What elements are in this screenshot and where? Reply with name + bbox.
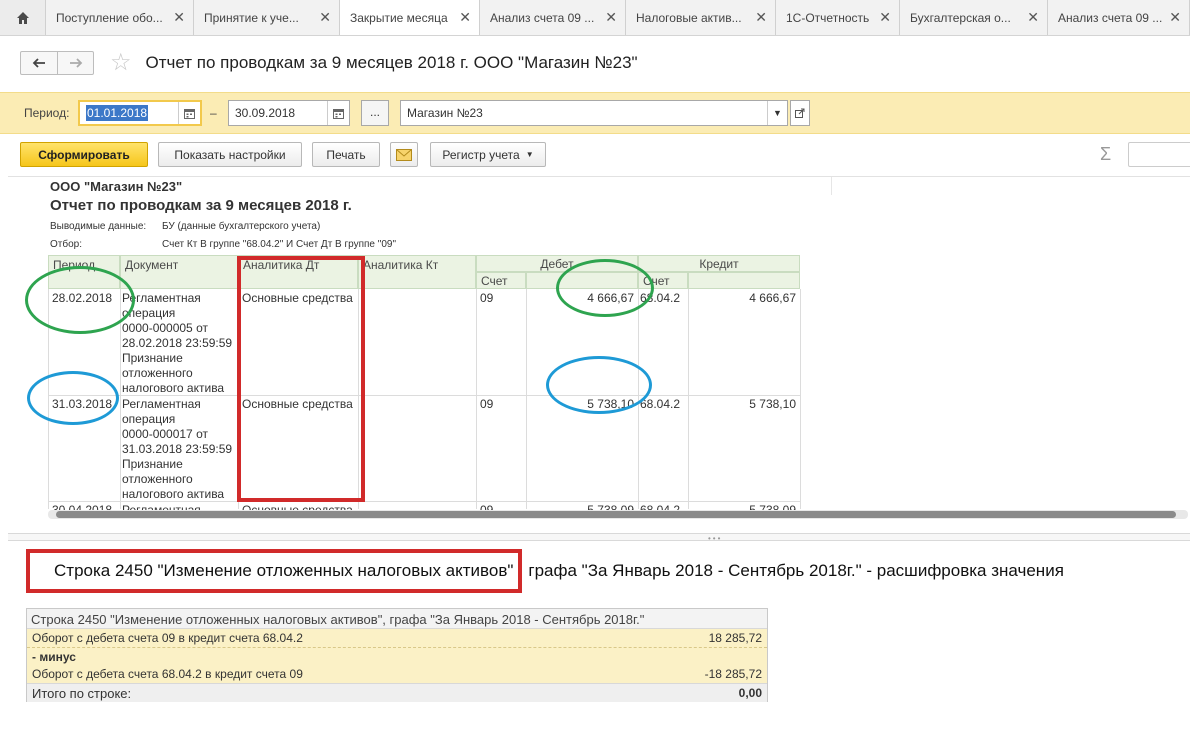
tab-account-analysis-2[interactable]: Анализ счета 09 ... ✕ [1048, 0, 1190, 35]
caption-line-name: Строка 2450 "Изменение отложенных налого… [26, 549, 523, 593]
search-input[interactable] [1128, 142, 1190, 167]
forward-button[interactable] [57, 52, 93, 74]
page-title: Отчет по проводкам за 9 месяцев 2018 г. … [145, 53, 638, 72]
generate-button[interactable]: Сформировать [20, 142, 148, 167]
report-title: Отчет по проводкам за 9 месяцев 2018 г. [50, 197, 352, 214]
header-debit-account: Счет [476, 272, 526, 289]
arrow-left-icon [32, 58, 45, 68]
tab-acceptance[interactable]: Принятие к уче... ✕ [194, 0, 340, 35]
row1-credit-amount[interactable]: 4 666,67 [690, 291, 796, 306]
header-debit: Дебет [476, 255, 638, 272]
decoding-caption: Строка 2450 "Изменение отложенных налого… [26, 546, 1064, 596]
row2-debit-account[interactable]: 09 [480, 397, 493, 412]
header-credit: Кредит [638, 255, 800, 272]
close-icon[interactable]: ✕ [173, 9, 185, 26]
tab-month-close[interactable]: Закрытие месяца ✕ [340, 0, 480, 35]
header-credit-account: Счет [638, 272, 688, 289]
envelope-icon [396, 148, 412, 161]
tab-bar: Поступление обо... ✕ Принятие к уче... ✕ З… [0, 0, 1190, 36]
title-bar: ☆ Отчет по проводкам за 9 месяцев 2018 г… [20, 49, 638, 77]
close-icon[interactable]: ✕ [1027, 9, 1039, 26]
open-icon [795, 108, 805, 118]
row1-debit-account[interactable]: 09 [480, 291, 493, 306]
period-from-input[interactable]: 01.01.2018 [78, 100, 202, 126]
report-area: ООО "Магазин №23" Отчет по проводкам за … [8, 176, 1190, 524]
report-toolbar: Сформировать Показать настройки Печать Р… [20, 142, 1190, 168]
tab-tax-assets[interactable]: Налоговые актив... ✕ [626, 0, 776, 35]
decoding-line-1[interactable]: Оборот с дебета счета 09 в кредит счета … [27, 629, 767, 647]
output-value: БУ (данные бухгалтерского учета) [162, 221, 321, 232]
decoding-minus: - минус [27, 647, 767, 665]
home-icon [16, 11, 29, 24]
filter-label: Отбор: [50, 239, 82, 250]
panel-splitter[interactable]: ••• [8, 533, 1190, 543]
header-document: Документ [120, 255, 238, 289]
row2-period[interactable]: 31.03.2018 [52, 397, 112, 412]
tab-account-analysis-1[interactable]: Анализ счета 09 ... ✕ [480, 0, 626, 35]
header-period: Период [48, 255, 120, 289]
home-tab[interactable] [0, 0, 46, 35]
calendar-icon[interactable] [178, 102, 200, 124]
tab-receipt[interactable]: Поступление обо... ✕ [46, 0, 194, 35]
star-icon[interactable]: ☆ [110, 51, 132, 75]
row1-credit-account[interactable]: 68.04.2 [640, 291, 680, 306]
row2-debit-amount[interactable]: 5 738,10 [528, 397, 634, 412]
period-to-input[interactable]: 30.09.2018 [228, 100, 350, 126]
horizontal-scrollbar[interactable] [48, 510, 1188, 519]
row1-debit-amount[interactable]: 4 666,67 [528, 291, 634, 306]
header-analytics-dt: Аналитика Дт [238, 255, 358, 289]
period-bar: Период: 01.01.2018 – 30.09.2018 ... Мага… [0, 92, 1190, 134]
row2-credit-account[interactable]: 68.04.2 [640, 397, 680, 412]
open-organization-button[interactable] [790, 100, 810, 126]
chevron-down-icon[interactable]: ▼ [767, 101, 787, 125]
output-label: Выводимые данные: [50, 221, 147, 232]
row1-period[interactable]: 28.02.2018 [52, 291, 112, 306]
email-button[interactable] [390, 142, 418, 167]
close-icon[interactable]: ✕ [879, 9, 891, 26]
header-analytics-kt: Аналитика Кт [358, 255, 476, 289]
show-settings-button[interactable]: Показать настройки [158, 142, 302, 167]
nav-buttons [20, 51, 94, 75]
scrollbar-thumb[interactable] [56, 511, 1176, 518]
decoding-line-2[interactable]: Оборот с дебета счета 68.04.2 в кредит с… [27, 665, 767, 683]
filter-value: Счет Кт В группе "68.04.2" И Счет Дт В г… [162, 239, 396, 250]
period-dash: – [210, 106, 217, 120]
tab-1c-reporting[interactable]: 1С-Отчетность ✕ [776, 0, 900, 35]
close-icon[interactable]: ✕ [319, 9, 331, 26]
period-select-button[interactable]: ... [361, 100, 389, 126]
sum-icon[interactable]: Σ [1100, 144, 1111, 165]
row1-analytics-dt[interactable]: Основные средства [242, 291, 353, 306]
calendar-icon[interactable] [327, 101, 349, 125]
row2-analytics-dt[interactable]: Основные средства [242, 397, 353, 412]
close-icon[interactable]: ✕ [459, 9, 471, 26]
back-button[interactable] [21, 52, 57, 74]
register-dropdown-button[interactable]: Регистр учета ▼ [430, 142, 546, 167]
chevron-down-icon: ▼ [525, 150, 534, 159]
organization-select[interactable]: Магазин №23 ▼ [400, 100, 788, 126]
decoding-table: Строка 2450 "Изменение отложенных налого… [26, 608, 768, 702]
close-icon[interactable]: ✕ [605, 9, 617, 26]
caption-column-name: графа "За Январь 2018 - Сентябрь 2018г."… [528, 561, 1064, 580]
tab-accounting[interactable]: Бухгалтерская о... ✕ [900, 0, 1048, 35]
decoding-total: Итого по строке: 0,00 [27, 683, 767, 702]
close-icon[interactable]: ✕ [1169, 9, 1181, 26]
close-icon[interactable]: ✕ [755, 9, 767, 26]
row2-document[interactable]: Регламентная операция 0000-000017 от 31.… [122, 397, 238, 502]
print-button[interactable]: Печать [312, 142, 380, 167]
row1-document[interactable]: Регламентная операция 0000-000005 от 28.… [122, 291, 238, 396]
row2-credit-amount[interactable]: 5 738,10 [690, 397, 796, 412]
decoding-title: Строка 2450 "Изменение отложенных налого… [27, 609, 767, 629]
arrow-right-icon [69, 58, 82, 68]
period-label: Период: [24, 106, 70, 120]
report-org: ООО "Магазин №23" [50, 179, 183, 194]
